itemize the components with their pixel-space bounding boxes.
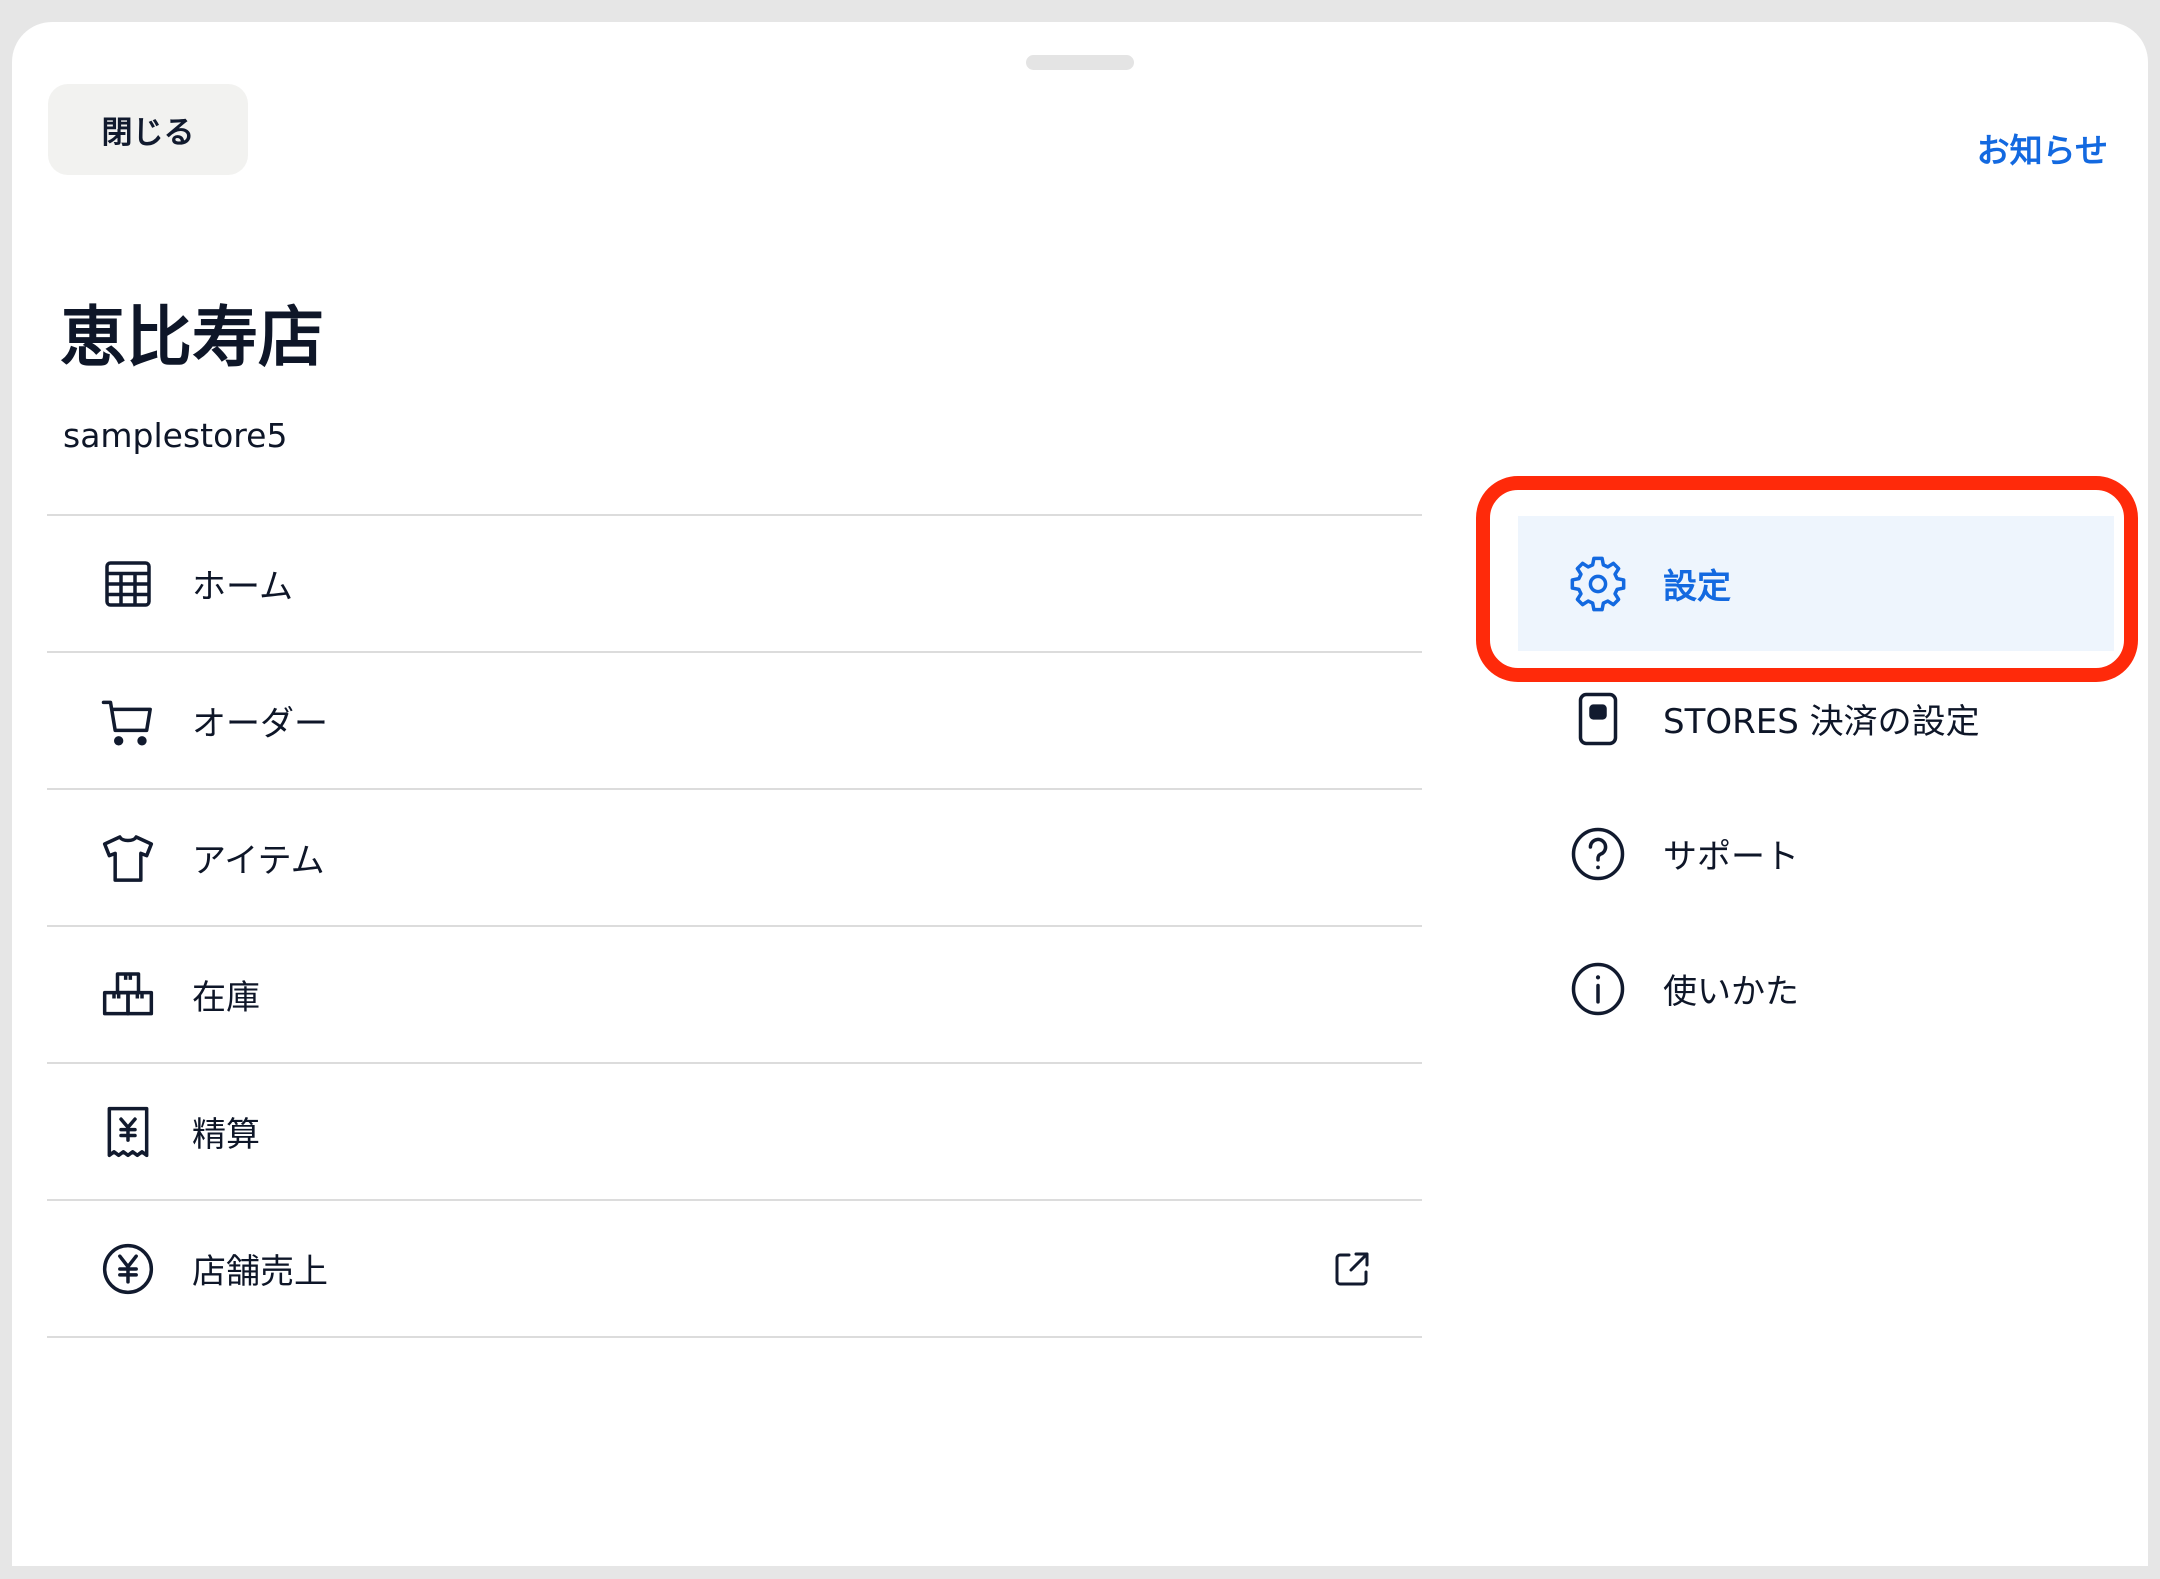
- card-terminal-icon: [1578, 692, 1618, 745]
- side-item-label: 使いかた: [1663, 972, 1799, 1012]
- grid-icon: [105, 560, 151, 607]
- side-item-how-to-use[interactable]: 使いかた: [1518, 921, 2114, 1056]
- boxes-icon: [102, 971, 154, 1015]
- side-item-support[interactable]: サポート: [1518, 786, 2114, 921]
- menu-item-label: 精算: [192, 1115, 260, 1155]
- menu-item-label: オーダー: [192, 704, 328, 744]
- menu-item-store-sales[interactable]: 店舗売上: [47, 1201, 1422, 1338]
- menu-item-home[interactable]: ホーム: [47, 516, 1422, 653]
- main-menu: ホーム オーダー アイテム 在庫 精算 店舗売上: [47, 514, 1422, 1338]
- menu-item-orders[interactable]: オーダー: [47, 653, 1422, 790]
- sheet-grabber[interactable]: [1026, 55, 1134, 70]
- tshirt-icon: [102, 834, 154, 882]
- news-link[interactable]: お知らせ: [1977, 124, 2108, 172]
- side-item-label: 設定: [1663, 567, 1731, 607]
- menu-item-label: 店舗売上: [192, 1252, 328, 1292]
- close-button[interactable]: 閉じる: [48, 84, 248, 175]
- cart-icon: [101, 700, 152, 745]
- external-link-icon: [1335, 1252, 1369, 1285]
- side-item-label: STORES 決済の設定: [1663, 702, 1980, 742]
- menu-item-items[interactable]: アイテム: [47, 790, 1422, 927]
- info-circle-icon: [1571, 962, 1625, 1015]
- side-item-payment-settings[interactable]: STORES 決済の設定: [1518, 651, 2114, 786]
- menu-item-label: ホーム: [192, 567, 293, 607]
- store-name: 恵比寿店: [60, 299, 324, 376]
- side-menu: 設定 STORES 決済の設定 サポート 使いかた: [1518, 516, 2114, 1056]
- receipt-yen-icon: [107, 1106, 149, 1157]
- menu-item-settlement[interactable]: 精算: [47, 1064, 1422, 1201]
- question-circle-icon: [1571, 827, 1625, 880]
- store-id: samplestore5: [63, 416, 288, 455]
- menu-item-label: アイテム: [192, 841, 325, 881]
- menu-item-stock[interactable]: 在庫: [47, 927, 1422, 1064]
- side-item-settings[interactable]: 設定: [1518, 516, 2114, 651]
- menu-item-label: 在庫: [192, 978, 260, 1018]
- gear-icon: [1570, 556, 1626, 611]
- yen-circle-icon: [102, 1243, 154, 1294]
- side-item-label: サポート: [1663, 837, 1799, 877]
